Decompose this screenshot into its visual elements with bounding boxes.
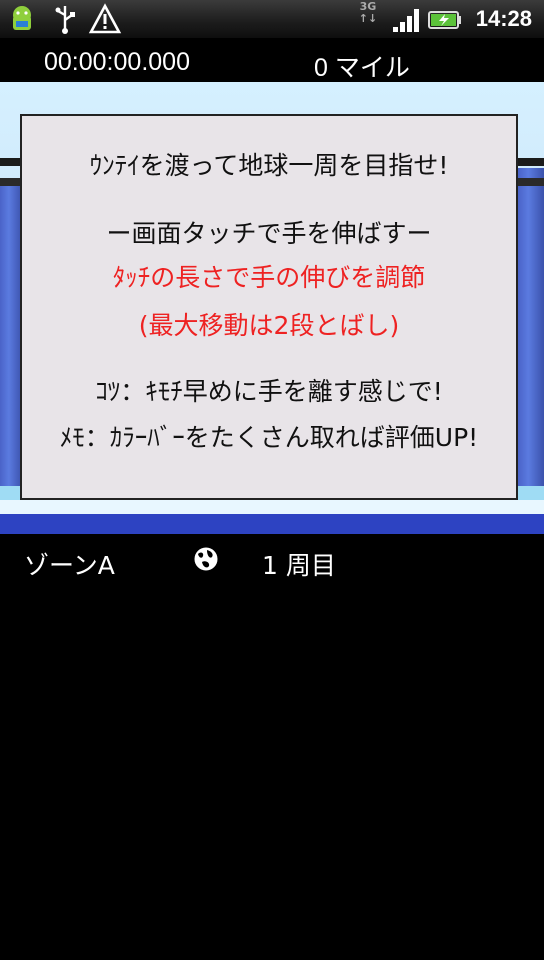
timer-readout: 00:00:00.000	[44, 48, 190, 76]
android-notification-icon	[13, 6, 31, 30]
warning-icon	[88, 3, 122, 34]
status-bar: 3G ↑↓ 14:28	[0, 0, 544, 38]
dialog-hint-red-2: (最大移動は2段とばし)	[138, 311, 400, 340]
lap-counter: 1 周目	[262, 551, 336, 580]
3g-icon: 3G ↑↓	[358, 0, 378, 25]
left-building	[0, 180, 22, 498]
battery-charging-icon	[428, 11, 461, 29]
globe-icon	[193, 546, 219, 572]
right-building	[518, 168, 544, 498]
instruction-dialog[interactable]: ｳﾝﾃｲを渡って地球一周を目指せ! ー画面タッチで手を伸ばすー ﾀｯﾁの長さで手…	[20, 114, 518, 500]
ground-stripe	[0, 500, 544, 514]
usb-icon	[55, 6, 75, 34]
cable-right	[516, 158, 544, 166]
clock: 14:28	[475, 6, 532, 31]
dialog-hint-red-1: ﾀｯﾁの長さで手の伸びを調節	[112, 263, 426, 292]
distance-readout: 0 マイル	[314, 54, 410, 82]
cable-right-lower	[516, 178, 544, 186]
dialog-memo-text: ﾒﾓ：ｶﾗｰﾊﾞｰをたくさん取れば評価UP!	[59, 423, 479, 452]
signal-icon	[393, 9, 419, 32]
dialog-goal-text: ｳﾝﾃｲを渡って地球一周を目指せ!	[89, 151, 449, 180]
dialog-touch-text: ー画面タッチで手を伸ばすー	[106, 219, 432, 248]
zone-label: ゾーンA	[24, 551, 115, 580]
ground-stripe	[0, 514, 544, 534]
dialog-tip-text: ｺﾂ：ｷﾓﾁ早めに手を離す感じで!	[95, 377, 443, 406]
